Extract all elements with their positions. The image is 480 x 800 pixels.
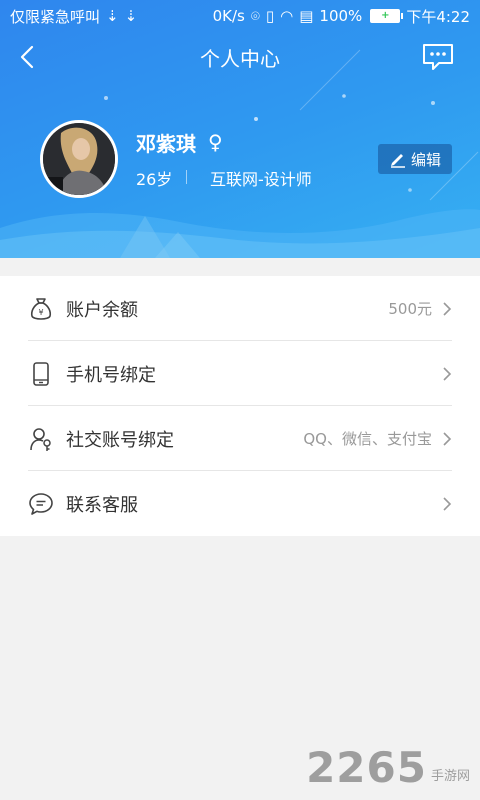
usb-icon: ⇣ [124, 7, 138, 25]
vibrate-icon: ▯ [265, 7, 275, 25]
chevron-right-icon [443, 431, 452, 446]
female-icon: ♀ [208, 130, 223, 154]
user-key-icon [28, 426, 54, 452]
menu-item-phone[interactable]: 手机号绑定 [0, 341, 480, 406]
watermark-text: 手游网 [430, 769, 470, 784]
page-title: 个人中心 [200, 47, 280, 71]
menu-item-social[interactable]: 社交账号绑定 QQ、微信、支付宝 [0, 406, 480, 471]
chevron-right-icon [443, 496, 452, 511]
user-name: 邓紫琪 [136, 132, 196, 156]
usb-icon: ⇣ [106, 7, 119, 25]
chevron-right-icon [443, 301, 452, 316]
message-icon [423, 44, 453, 70]
phone-icon [28, 361, 54, 387]
profile-header: 仅限紧急呼叫 ⇣ ⇣ 0K/s ⌾ ▯ ◠ ▤ 100% + 下午4:22 个人… [0, 0, 480, 258]
battery-icon: + [370, 9, 404, 23]
location-icon: ⌾ [250, 7, 260, 25]
watermark-number: 2265 [306, 743, 427, 792]
info-divider [186, 170, 187, 184]
chevron-right-icon [443, 366, 452, 381]
settings-menu: ¥ 账户余额 500元 手机号绑定 社交账号绑定 QQ、微信、支付宝 联系客服 [0, 276, 480, 536]
message-button[interactable] [420, 41, 456, 73]
svg-text:¥: ¥ [38, 308, 43, 317]
menu-item-support[interactable]: 联系客服 [0, 471, 480, 536]
nav-bar: 个人中心 [0, 34, 480, 80]
user-age: 26岁 [136, 170, 173, 189]
menu-item-label: 手机号绑定 [66, 364, 156, 386]
edit-label: 编辑 [410, 150, 441, 169]
sim-icon: ▤ [299, 7, 314, 25]
avatar-photo [43, 123, 115, 195]
edit-profile-button[interactable]: 编辑 [378, 144, 452, 174]
social-accounts-value: QQ、微信、支付宝 [303, 430, 432, 448]
network-speed: 0K/s [212, 7, 245, 25]
menu-item-balance[interactable]: ¥ 账户余额 500元 [0, 276, 480, 341]
chat-icon [28, 491, 54, 517]
menu-item-label: 账户余额 [66, 299, 138, 321]
menu-item-label: 联系客服 [66, 494, 138, 516]
profile-card: 邓紫琪 ♀ 26岁 互联网-设计师 编辑 [40, 120, 460, 200]
clock: 下午4:22 [406, 7, 470, 26]
carrier-text: 仅限紧急呼叫 [10, 7, 101, 26]
avatar[interactable] [40, 120, 118, 198]
site-watermark: 2265 手游网 [306, 743, 470, 792]
pencil-icon [390, 154, 405, 168]
menu-item-label: 社交账号绑定 [66, 429, 174, 451]
status-bar: 仅限紧急呼叫 ⇣ ⇣ 0K/s ⌾ ▯ ◠ ▤ 100% + 下午4:22 [0, 0, 480, 32]
money-bag-icon: ¥ [28, 296, 54, 322]
user-job: 互联网-设计师 [210, 170, 312, 189]
battery-percent: 100% [319, 7, 363, 25]
wifi-icon: ◠ [280, 7, 294, 25]
balance-value: 500元 [388, 300, 432, 318]
